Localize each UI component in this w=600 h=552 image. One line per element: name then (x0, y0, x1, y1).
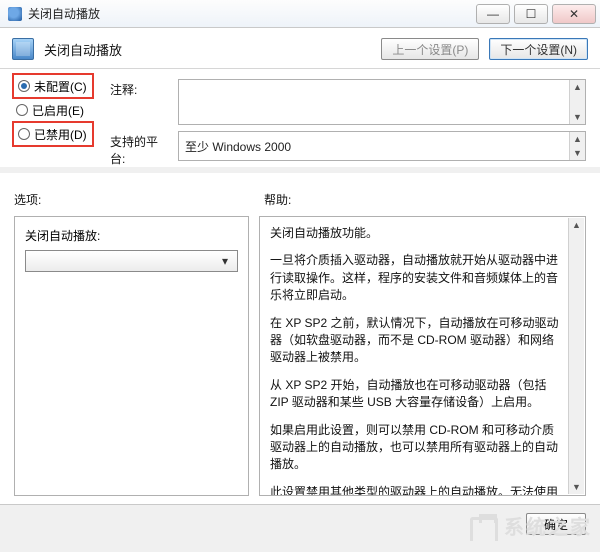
platform-value: 至少 Windows 2000 (185, 138, 291, 155)
scroll-up-icon: ▲ (573, 80, 582, 94)
prev-setting-button[interactable]: 上一个设置(P) (381, 38, 479, 60)
help-p3: 在 XP SP2 之前，默认情况下，自动播放在可移动驱动器（如软盘驱动器，而不是… (270, 315, 563, 367)
right-column: 注释: ▲ ▼ 支持的平台: 至少 Windows 2000 ▲ ▼ (110, 79, 586, 167)
platform-scrollbar[interactable]: ▲ ▼ (569, 132, 585, 160)
section-labels-row: 选项: 帮助: (0, 173, 600, 212)
radio-disabled-input[interactable] (18, 128, 30, 140)
help-p2: 一旦将介质插入驱动器，自动播放就开始从驱动器中进行读取操作。这样，程序的安装文件… (270, 252, 563, 304)
policy-title: 关闭自动播放 (44, 40, 122, 59)
comment-label: 注释: (110, 79, 170, 125)
options-dropdown[interactable]: ▾ (25, 250, 238, 272)
options-dropdown-label: 关闭自动播放: (25, 227, 238, 244)
highlight-not-configured: 未配置(C) (12, 73, 94, 99)
scroll-down-icon: ▼ (573, 110, 582, 124)
radio-not-configured-label: 未配置(C) (34, 78, 87, 95)
main-area: 未配置(C) 已启用(E) 已禁用(D) 注释: ▲ ▼ 支持的平台: (0, 69, 600, 167)
radio-disabled[interactable]: 已禁用(D) (14, 123, 92, 145)
scroll-up-icon: ▲ (572, 218, 581, 232)
state-radios: 未配置(C) 已启用(E) 已禁用(D) (12, 73, 94, 147)
ok-button[interactable]: 确定 (526, 513, 586, 535)
highlight-disabled: 已禁用(D) (12, 121, 94, 147)
window-controls: — ☐ ✕ (476, 4, 600, 24)
nav-buttons: 上一个设置(P) 下一个设置(N) (381, 38, 588, 60)
help-label: 帮助: (264, 193, 291, 207)
maximize-button[interactable]: ☐ (514, 4, 548, 24)
policy-header: 关闭自动播放 上一个设置(P) 下一个设置(N) (0, 28, 600, 69)
panels-row: 关闭自动播放: ▾ 关闭自动播放功能。 一旦将介质插入驱动器，自动播放就开始从驱… (0, 212, 600, 504)
scroll-up-icon: ▲ (573, 132, 582, 146)
window-title: 关闭自动播放 (28, 5, 100, 22)
minimize-icon: — (487, 7, 499, 21)
minimize-button[interactable]: — (476, 4, 510, 24)
options-label: 选项: (14, 193, 41, 207)
help-p5: 如果启用此设置，则可以禁用 CD-ROM 和可移动介质驱动器上的自动播放，也可以… (270, 422, 563, 474)
app-icon (8, 7, 22, 21)
help-p1: 关闭自动播放功能。 (270, 225, 563, 242)
radio-not-configured[interactable]: 未配置(C) (14, 75, 92, 97)
help-p6: 此设置禁用其他类型的驱动器上的自动播放。无法使用此设置在默认情况下已禁用的自动播… (270, 484, 563, 496)
footer: 确定 系统之家 (0, 504, 600, 543)
comment-row: 注释: ▲ ▼ (110, 79, 586, 125)
watermark-logo-icon (470, 517, 498, 541)
help-panel: 关闭自动播放功能。 一旦将介质插入驱动器，自动播放就开始从驱动器中进行读取操作。… (259, 216, 586, 496)
next-setting-button[interactable]: 下一个设置(N) (489, 38, 588, 60)
policy-icon (12, 38, 34, 60)
comment-textarea[interactable]: ▲ ▼ (178, 79, 586, 125)
platform-label: 支持的平台: (110, 131, 170, 167)
help-scrollbar[interactable]: ▲ ▼ (568, 218, 584, 494)
close-icon: ✕ (569, 7, 579, 21)
close-button[interactable]: ✕ (552, 4, 596, 24)
radio-not-configured-input[interactable] (18, 80, 30, 92)
platform-value-box: 至少 Windows 2000 ▲ ▼ (178, 131, 586, 161)
scroll-down-icon: ▼ (573, 146, 582, 160)
scroll-down-icon: ▼ (572, 480, 581, 494)
radio-disabled-label: 已禁用(D) (34, 126, 87, 143)
help-p4: 从 XP SP2 开始，自动播放也在可移动驱动器（包括 ZIP 驱动器和某些 U… (270, 377, 563, 412)
chevron-down-icon: ▾ (217, 254, 233, 268)
maximize-icon: ☐ (526, 7, 537, 21)
comment-scrollbar[interactable]: ▲ ▼ (569, 80, 585, 124)
options-panel: 关闭自动播放: ▾ (14, 216, 249, 496)
title-bar: 关闭自动播放 — ☐ ✕ (0, 0, 600, 28)
platform-row: 支持的平台: 至少 Windows 2000 ▲ ▼ (110, 131, 586, 167)
help-text: 关闭自动播放功能。 一旦将介质插入驱动器，自动播放就开始从驱动器中进行读取操作。… (270, 225, 563, 496)
radio-enabled-input[interactable] (16, 104, 28, 116)
radio-enabled-label: 已启用(E) (32, 102, 84, 119)
radio-enabled[interactable]: 已启用(E) (12, 99, 94, 121)
